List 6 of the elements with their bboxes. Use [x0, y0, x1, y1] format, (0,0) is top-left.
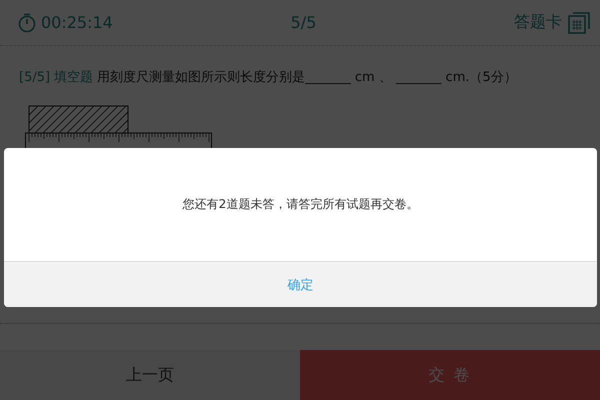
question-type: [5/5] 填空题: [19, 70, 94, 85]
answer-card-link[interactable]: 答题卡: [514, 12, 562, 33]
question-text: 用刻度尺测量如图所示则长度分别是_______ cm 、 _______ cm.（5分）: [97, 70, 517, 85]
confirm-button[interactable]: 确定: [4, 261, 597, 307]
dialog-message: 您还有2道题未答，请答完所有试题再交卷。: [182, 196, 418, 213]
timer: 00:25:14: [41, 13, 113, 32]
